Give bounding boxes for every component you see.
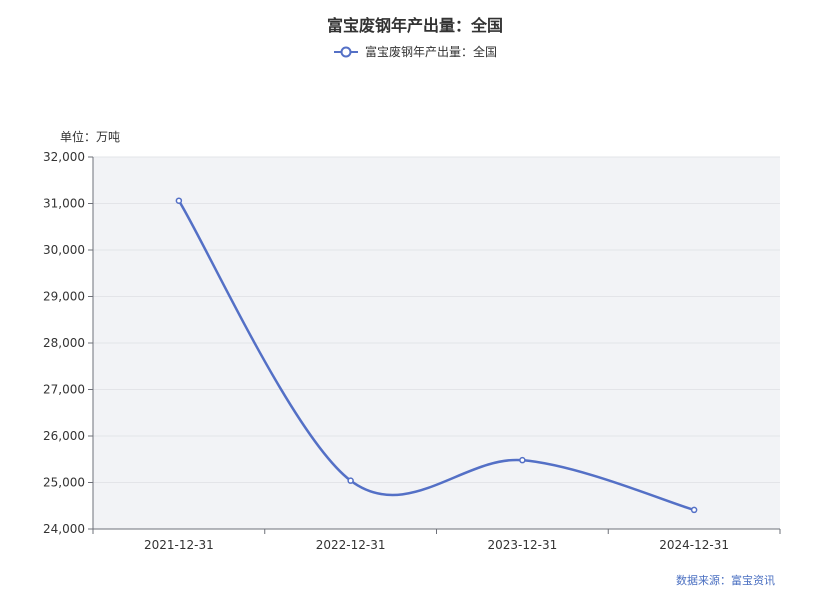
chart-area: 24,000 25,000 26,000 27,000 28,000 29,000 30,0…: [43, 150, 781, 552]
data-source-label[interactable]: 数据来源：富宝资讯: [676, 572, 775, 588]
y-tick-label: 25,000: [43, 476, 85, 490]
y-tick-label: 28,000: [43, 336, 85, 350]
x-tick-label: 2023-12-31: [488, 538, 558, 552]
y-tick-label: 27,000: [43, 383, 85, 397]
y-tick-label: 31,000: [43, 197, 85, 211]
data-point: [347, 477, 354, 484]
y-tick-label: 24,000: [43, 522, 85, 536]
x-tick-label: 2021-12-31: [144, 538, 214, 552]
y-tick-label: 30,000: [43, 243, 85, 257]
data-point: [175, 197, 183, 204]
data-point: [690, 506, 698, 514]
y-tick-label: 32,000: [43, 150, 85, 164]
y-tick-label: 29,000: [43, 290, 85, 304]
x-tick-label: 2022-12-31: [316, 538, 386, 552]
data-point: [519, 456, 526, 464]
y-tick-label: 26,000: [43, 429, 85, 443]
x-tick-label: 2024-12-31: [659, 538, 729, 552]
